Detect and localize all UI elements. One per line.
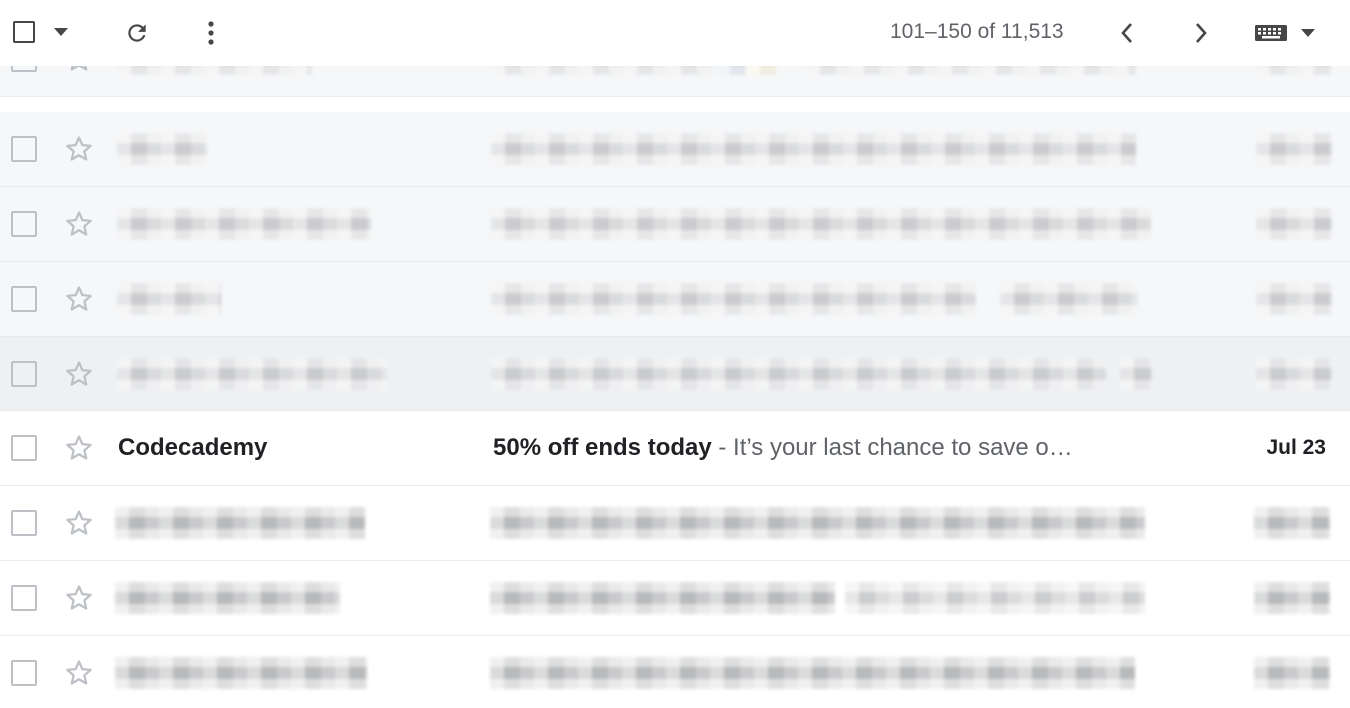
refresh-icon — [128, 24, 146, 42]
keyboard-icon — [1255, 25, 1287, 41]
message-row[interactable] — [0, 112, 1350, 187]
redacted-snippet — [1120, 357, 1152, 390]
star-icon[interactable] — [64, 433, 94, 463]
redacted-subject — [490, 657, 1135, 689]
redacted-subject — [491, 283, 976, 315]
star-icon[interactable] — [64, 658, 94, 688]
redacted-subject — [491, 208, 1151, 240]
subject-line: 50% off ends today - It’s your last chan… — [493, 434, 1153, 462]
chevron-left-icon — [1121, 23, 1132, 43]
message-row[interactable] — [0, 337, 1350, 411]
refresh-button[interactable] — [120, 16, 154, 50]
star-icon[interactable] — [64, 359, 94, 389]
select-menu-button[interactable] — [50, 22, 72, 42]
caret-down-icon — [54, 28, 68, 36]
redacted-date — [1256, 133, 1332, 165]
redacted-sender — [117, 208, 371, 240]
more-vert-icon — [208, 21, 214, 45]
star-icon[interactable] — [64, 508, 94, 538]
redacted-date — [1256, 66, 1332, 75]
star-icon[interactable] — [64, 66, 94, 74]
star-icon[interactable] — [64, 284, 94, 314]
row-checkbox[interactable] — [11, 360, 37, 387]
redacted-date — [1254, 582, 1330, 614]
redacted-subject — [490, 507, 1145, 539]
mail-toolbar: 101–150 of 11,513 — [0, 0, 1350, 66]
redacted-date — [1254, 657, 1330, 689]
row-checkbox[interactable] — [11, 585, 37, 611]
redacted-date — [1256, 357, 1332, 390]
redacted-snippet — [845, 582, 1145, 614]
select-all-checkbox[interactable] — [10, 18, 38, 46]
redacted-label — [746, 66, 776, 75]
redacted-subject — [490, 582, 835, 614]
star-icon[interactable] — [64, 209, 94, 239]
row-checkbox[interactable] — [11, 660, 37, 686]
row-checkbox[interactable] — [11, 211, 37, 237]
message-row[interactable] — [0, 561, 1350, 636]
redacted-sender — [115, 582, 340, 614]
redacted-label — [716, 66, 746, 75]
row-checkbox[interactable] — [11, 286, 37, 312]
row-checkbox[interactable] — [11, 435, 37, 461]
redacted-subject — [491, 133, 1136, 165]
message-row-codecademy[interactable]: Codecademy 50% off ends today - It’s you… — [0, 411, 1350, 486]
redacted-sender — [117, 133, 207, 165]
caret-down-icon — [1301, 29, 1315, 37]
checkbox-outline-icon — [13, 21, 35, 43]
redacted-subject — [491, 66, 716, 75]
snippet-text: It’s your last chance to save o… — [733, 434, 1073, 461]
redacted-sender — [115, 507, 365, 539]
message-row[interactable] — [0, 66, 1350, 97]
older-page-button[interactable] — [1110, 16, 1144, 50]
redacted-sender — [115, 657, 367, 689]
redacted-sender — [117, 357, 387, 390]
redacted-snippet — [806, 66, 1136, 75]
row-checkbox[interactable] — [11, 66, 37, 72]
row-checkbox[interactable] — [11, 136, 37, 162]
subject-text: 50% off ends today — [493, 434, 712, 461]
message-date: Jul 23 — [1266, 436, 1326, 459]
message-row[interactable] — [0, 187, 1350, 262]
star-icon[interactable] — [64, 134, 94, 164]
star-icon[interactable] — [64, 583, 94, 613]
input-tools-button[interactable] — [1250, 20, 1320, 46]
message-row[interactable] — [0, 262, 1350, 337]
message-list: Codecademy 50% off ends today - It’s you… — [0, 66, 1350, 708]
redacted-date — [1256, 208, 1332, 240]
sender-name: Codecademy — [118, 434, 268, 461]
message-row[interactable] — [0, 486, 1350, 561]
redacted-subject — [491, 357, 1106, 390]
snippet-separator: - — [711, 434, 734, 461]
redacted-date — [1254, 507, 1330, 539]
chevron-right-icon — [1196, 23, 1207, 43]
redacted-sender — [117, 283, 221, 315]
message-row[interactable] — [0, 636, 1350, 708]
redacted-sender — [117, 66, 312, 75]
pagination-text: 101–150 of 11,513 — [890, 20, 1064, 43]
redacted-date — [1256, 283, 1332, 315]
redacted-snippet — [1000, 283, 1138, 315]
row-checkbox[interactable] — [11, 510, 37, 536]
newer-page-button[interactable] — [1184, 16, 1218, 50]
more-actions-button[interactable] — [196, 16, 226, 50]
